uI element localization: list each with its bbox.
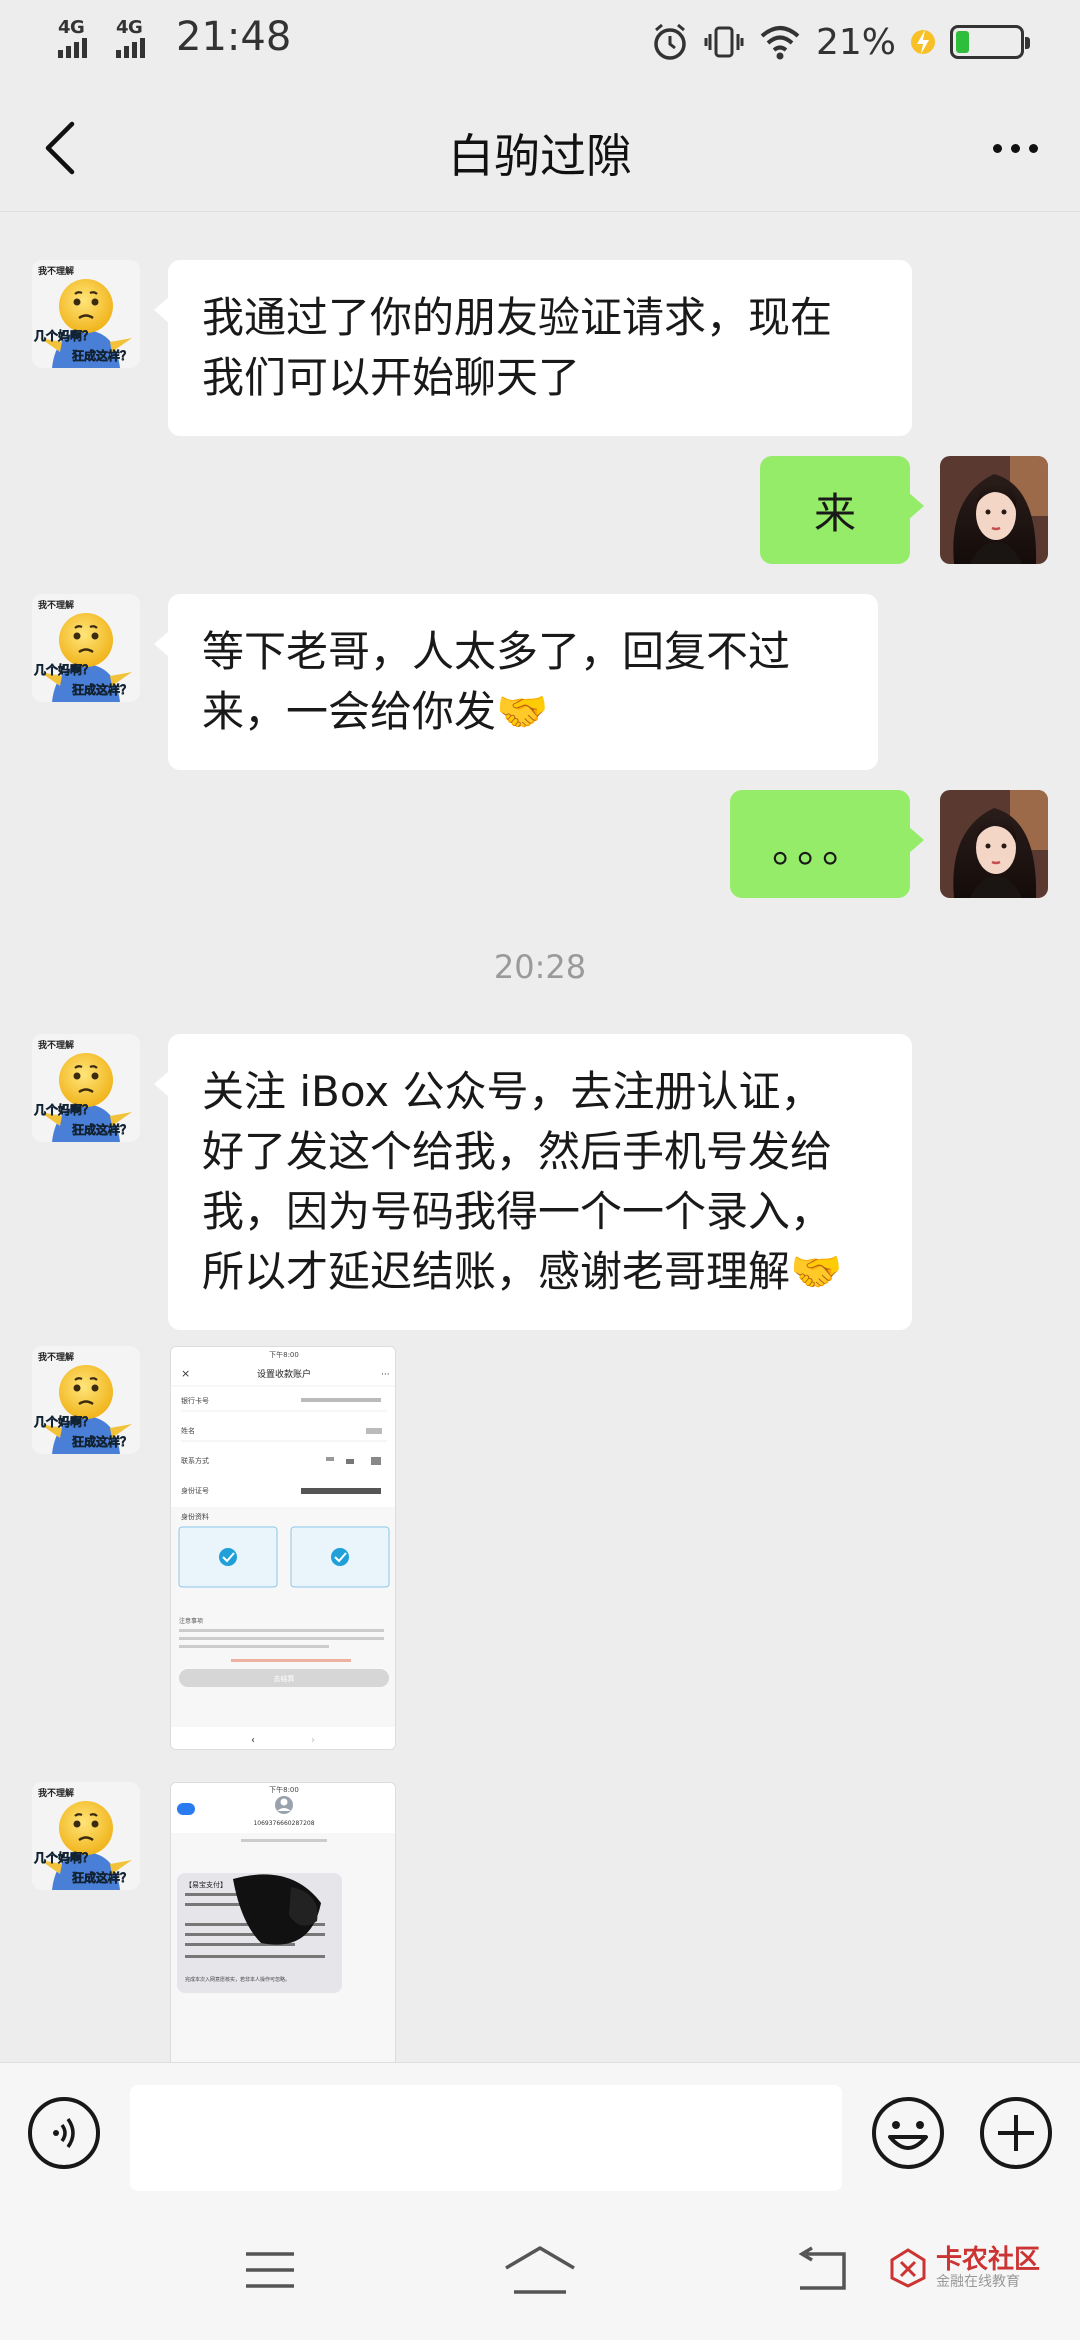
battery-icon: [950, 25, 1030, 59]
svg-text:银行卡号: 银行卡号: [181, 1396, 209, 1405]
signal-1-icon: 4G: [58, 18, 87, 58]
svg-text:我不理解: 我不理解: [38, 1351, 74, 1363]
watermark-name: 卡农社区: [935, 2245, 1040, 2275]
svg-text:几个妈啊？: 几个妈啊？: [34, 1102, 94, 1117]
message-input[interactable]: [130, 2085, 842, 2191]
svg-text:···: ···: [381, 1370, 390, 1380]
svg-text:几个妈啊？: 几个妈啊？: [34, 328, 94, 343]
watermark-logo-icon: [890, 2248, 926, 2288]
chat-title: 白驹过隙: [448, 129, 632, 183]
message-text-line: 所以才延迟结账，感谢老哥理解🤝: [202, 1247, 843, 1296]
svg-text:设置收款账户: 设置收款账户: [257, 1368, 311, 1380]
plus-icon: [980, 2097, 1052, 2169]
message-text-line: 等下老哥，人太多了，回复不过: [202, 627, 791, 676]
svg-text:去结算: 去结算: [274, 1674, 295, 1683]
svg-text:注意事项: 注意事项: [179, 1617, 203, 1625]
return-icon: [798, 2246, 846, 2290]
network-type-2: 4G: [116, 17, 143, 38]
svg-text:狂成这样？: 狂成这样？: [72, 1870, 132, 1885]
back-key[interactable]: [782, 2238, 862, 2302]
chat-area[interactable]: 我不理解 几个妈啊？ 狂成这样？ 我通过了你的朋友验证请求，现在 我们可以开始聊…: [0, 212, 1080, 2062]
home-icon: [505, 2246, 575, 2294]
contact-avatar[interactable]: 我不理解 几个妈啊？ 狂成这样？: [32, 260, 140, 368]
input-bar: [0, 2062, 1080, 2198]
contact-avatar[interactable]: 我不理解 几个妈啊？ 狂成这样？: [32, 1034, 140, 1142]
svg-text:几个妈啊？: 几个妈啊？: [34, 662, 94, 677]
svg-text:身份资料: 身份资料: [181, 1512, 209, 1521]
voice-input-button[interactable]: [28, 2097, 100, 2169]
self-avatar[interactable]: [940, 456, 1048, 564]
more-functions-button[interactable]: [978, 2095, 1054, 2171]
message-text: 来: [813, 489, 856, 538]
message-text-line: 关注 iBox 公众号，去注册认证，: [202, 1067, 823, 1116]
alarm-icon: [654, 23, 686, 60]
svg-text:我不理解: 我不理解: [38, 599, 74, 611]
svg-text:下午8:00: 下午8:00: [269, 1785, 299, 1794]
chat-header: 白驹过隙: [0, 84, 1080, 212]
svg-text:我不理解: 我不理解: [38, 265, 74, 277]
dot-icon: [1028, 143, 1038, 153]
emoji-icon: [872, 2097, 944, 2169]
status-bar: 4G 4G 21:48 21%: [0, 0, 1080, 84]
self-avatar[interactable]: [940, 790, 1048, 898]
network-type-1: 4G: [58, 17, 85, 38]
svg-text:我不理解: 我不理解: [38, 1039, 74, 1051]
svg-text:›: ›: [311, 1735, 315, 1746]
message-text-line: 来，一会给你发🤝: [202, 687, 549, 736]
menu-icon: [246, 2252, 294, 2288]
vibrate-icon: [704, 26, 744, 58]
emoji-button[interactable]: [870, 2095, 946, 2171]
message-text: 。。。: [771, 823, 868, 872]
message-timestamp: 20:28: [493, 948, 587, 986]
svg-text:狂成这样？: 狂成这样？: [72, 348, 132, 363]
message-text-line: 我们可以开始聊天了: [202, 353, 581, 402]
svg-text:几个妈啊？: 几个妈啊？: [34, 1850, 94, 1865]
message-bubble-outgoing[interactable]: 。。。: [730, 790, 924, 898]
wifi-icon: [760, 26, 800, 60]
voice-icon: [53, 2117, 75, 2149]
message-bubble-incoming[interactable]: 关注 iBox 公众号，去注册认证， 好了发这个给我，然后手机号发给 我，因为号…: [154, 1034, 912, 1330]
svg-text:下午8:00: 下午8:00: [269, 1350, 299, 1359]
image-message-sms-screenshot[interactable]: 下午8:00 1069376660287208 【易宝支付】 完成本次入网意愿核…: [170, 1782, 396, 2062]
home-key[interactable]: [500, 2238, 580, 2302]
svg-text:1069376660287208: 1069376660287208: [253, 1820, 314, 1827]
svg-text:身份证号: 身份证号: [181, 1486, 209, 1495]
more-button[interactable]: [980, 118, 1050, 178]
contact-avatar[interactable]: 我不理解 几个妈啊？ 狂成这样？: [32, 594, 140, 702]
status-time: 21:48: [176, 14, 292, 60]
watermark-subtitle: 金融在线教育: [935, 2274, 1020, 2290]
system-navigation-bar: 卡农社区 金融在线教育: [0, 2198, 1080, 2340]
watermark: 卡农社区 金融在线教育: [888, 2246, 1040, 2290]
dot-icon: [992, 143, 1002, 153]
svg-text:×: ×: [181, 1367, 190, 1380]
message-text-line: 我，因为号码我得一个一个录入，: [202, 1187, 833, 1236]
svg-text:狂成这样？: 狂成这样？: [72, 1122, 132, 1137]
svg-text:狂成这样？: 狂成这样？: [72, 682, 132, 697]
contact-avatar[interactable]: 我不理解 几个妈啊？ 狂成这样？: [32, 1782, 140, 1890]
svg-text:【易宝支付】: 【易宝支付】: [185, 1880, 227, 1889]
image-message-screenshot[interactable]: 下午8:00 × 设置收款账户 ··· 银行卡号 姓名 联系方式 身份证号 身份…: [170, 1346, 396, 1750]
svg-text:姓名: 姓名: [181, 1426, 195, 1435]
message-text-line: 我通过了你的朋友验证请求，现在: [202, 293, 833, 342]
message-bubble-incoming[interactable]: 我通过了你的朋友验证请求，现在 我们可以开始聊天了: [154, 260, 912, 436]
signal-2-icon: 4G: [116, 18, 145, 58]
svg-text:‹: ‹: [251, 1735, 255, 1746]
charging-icon: [911, 30, 935, 54]
svg-text:联系方式: 联系方式: [181, 1456, 209, 1465]
contact-avatar[interactable]: 我不理解 几个妈啊？ 狂成这样？: [32, 1346, 140, 1454]
dot-icon: [1010, 143, 1020, 153]
menu-key[interactable]: [230, 2238, 310, 2302]
message-text-line: 好了发这个给我，然后手机号发给: [202, 1127, 833, 1176]
svg-text:我不理解: 我不理解: [38, 1787, 74, 1799]
svg-text:几个妈啊？: 几个妈啊？: [34, 1414, 94, 1429]
message-bubble-incoming[interactable]: 等下老哥，人太多了，回复不过 来，一会给你发🤝: [154, 594, 878, 770]
battery-fill: [956, 31, 970, 53]
message-bubble-outgoing[interactable]: 来: [760, 456, 924, 564]
battery-percent: 21%: [815, 21, 896, 63]
svg-text:狂成这样？: 狂成这样？: [72, 1434, 132, 1449]
svg-text:完成本次入网意愿核实，若非本人操作可忽略。: 完成本次入网意愿核实，若非本人操作可忽略。: [185, 1976, 290, 1983]
